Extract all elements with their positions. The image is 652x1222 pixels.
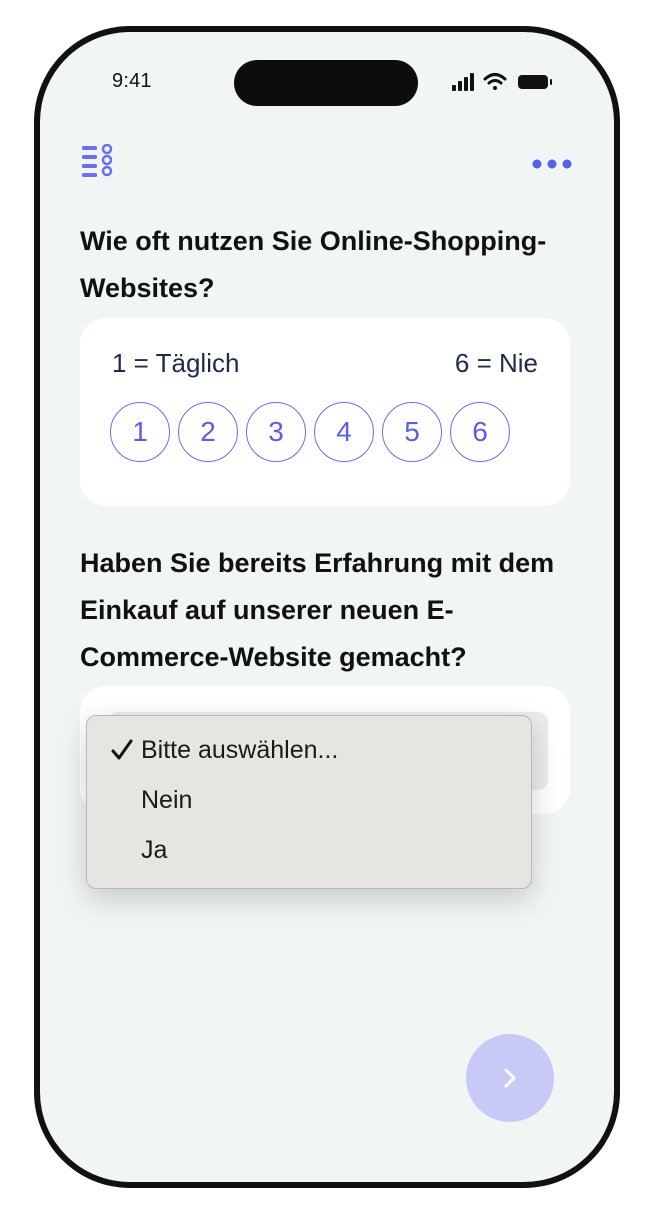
rating-option-5[interactable]: 5 xyxy=(382,402,442,462)
dynamic-island xyxy=(234,60,418,106)
chevron-right-icon xyxy=(504,1068,516,1088)
scale-min-label: 1 = Täglich xyxy=(112,348,240,378)
rating-option-2[interactable]: 2 xyxy=(178,402,238,462)
question-1-title: Wie oft nutzen Sie Online-Shopping-Websi… xyxy=(80,226,547,303)
checklist-icon[interactable] xyxy=(82,144,116,184)
checkmark-icon xyxy=(111,739,133,760)
scale-max-label: 6 = Nie xyxy=(454,348,538,378)
rating-scale: 1 2 3 4 5 6 xyxy=(110,402,510,462)
dropdown-option-ja[interactable]: Ja xyxy=(141,836,167,865)
status-time: 9:41 xyxy=(112,70,152,92)
more-dots-icon[interactable] xyxy=(532,154,572,174)
app-screen: 9:41 Wie oft nutzen Sie Online-Shopping-… xyxy=(40,32,614,1182)
signal-icon xyxy=(452,73,474,91)
select-dropdown-menu: Bitte auswählen... Nein Ja xyxy=(86,715,532,889)
question-2-title: Haben Sie bereits Erfahrung mit dem Eink… xyxy=(80,548,555,672)
rating-option-1[interactable]: 1 xyxy=(110,402,170,462)
next-button[interactable] xyxy=(466,1034,554,1122)
rating-option-6[interactable]: 6 xyxy=(450,402,510,462)
status-icons xyxy=(452,73,552,91)
dropdown-option-nein[interactable]: Nein xyxy=(141,786,192,815)
dropdown-option-placeholder[interactable]: Bitte auswählen... xyxy=(141,736,338,765)
battery-icon xyxy=(518,75,552,89)
rating-option-3[interactable]: 3 xyxy=(246,402,306,462)
rating-scale-card: 1 = Täglich 6 = Nie 1 2 3 4 5 6 xyxy=(80,318,570,506)
wifi-icon xyxy=(483,73,507,90)
rating-option-4[interactable]: 4 xyxy=(314,402,374,462)
